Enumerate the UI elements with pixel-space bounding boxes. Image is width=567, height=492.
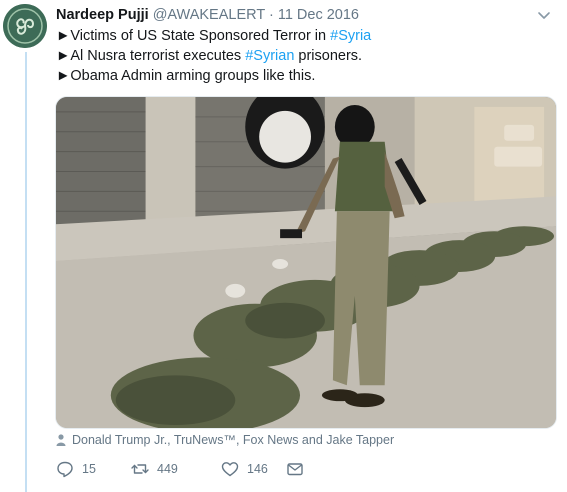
tweet-line-2: ►Al Nusra terrorist executes #Syrian pri…	[56, 46, 556, 66]
retweet-button[interactable]: 449	[131, 460, 221, 478]
tagged-users-label: Donald Trump Jr., TruNews™, Fox News and…	[72, 433, 395, 447]
thread-line	[25, 52, 27, 492]
tweet-line-1-text: ►Victims of US State Sponsored Terror in	[56, 28, 331, 44]
reply-icon	[57, 461, 73, 478]
direct-message-button[interactable]	[286, 460, 304, 478]
retweet-count: 449	[157, 462, 178, 476]
tweet-line-1: ►Victims of US State Sponsored Terror in…	[56, 26, 556, 46]
author-name[interactable]: Nardeep Pujji	[56, 7, 149, 23]
hashtag-syrian[interactable]: #Syrian	[245, 48, 294, 64]
tweet-photo[interactable]	[55, 96, 557, 429]
dm-icon	[287, 463, 303, 476]
reply-count: 15	[82, 462, 96, 476]
author-handle[interactable]: @AWAKEALERT	[153, 7, 265, 23]
tweet-line-3-text: ►Obama Admin arming groups like this.	[56, 68, 316, 84]
header-separator: ·	[268, 7, 274, 23]
tweet-line-3: ►Obama Admin arming groups like this.	[56, 66, 556, 86]
tweet-line-2-text: ►Al Nusra terrorist executes	[56, 48, 246, 64]
chevron-down-icon[interactable]	[535, 6, 553, 24]
action-bar: 15 449 146	[56, 460, 304, 478]
person-icon	[56, 434, 66, 446]
avatar[interactable]	[3, 4, 47, 48]
tweet-date[interactable]: 11 Dec 2016	[278, 7, 359, 23]
hashtag-syria[interactable]: #Syria	[330, 28, 371, 44]
tagged-users[interactable]: Donald Trump Jr., TruNews™, Fox News and…	[56, 433, 394, 447]
tweet-header: Nardeep Pujji @AWAKEALERT · 11 Dec 2016	[56, 6, 553, 26]
avatar-triskelion-icon	[3, 4, 47, 48]
tweet-text: ►Victims of US State Sponsored Terror in…	[56, 26, 556, 86]
retweet-icon	[131, 464, 149, 474]
street-scene-photo	[56, 97, 556, 428]
like-icon	[221, 462, 239, 477]
tweet-line-2-suffix: prisoners.	[294, 48, 363, 64]
like-button[interactable]: 146	[221, 460, 286, 478]
reply-button[interactable]: 15	[56, 460, 131, 478]
like-count: 146	[247, 462, 268, 476]
